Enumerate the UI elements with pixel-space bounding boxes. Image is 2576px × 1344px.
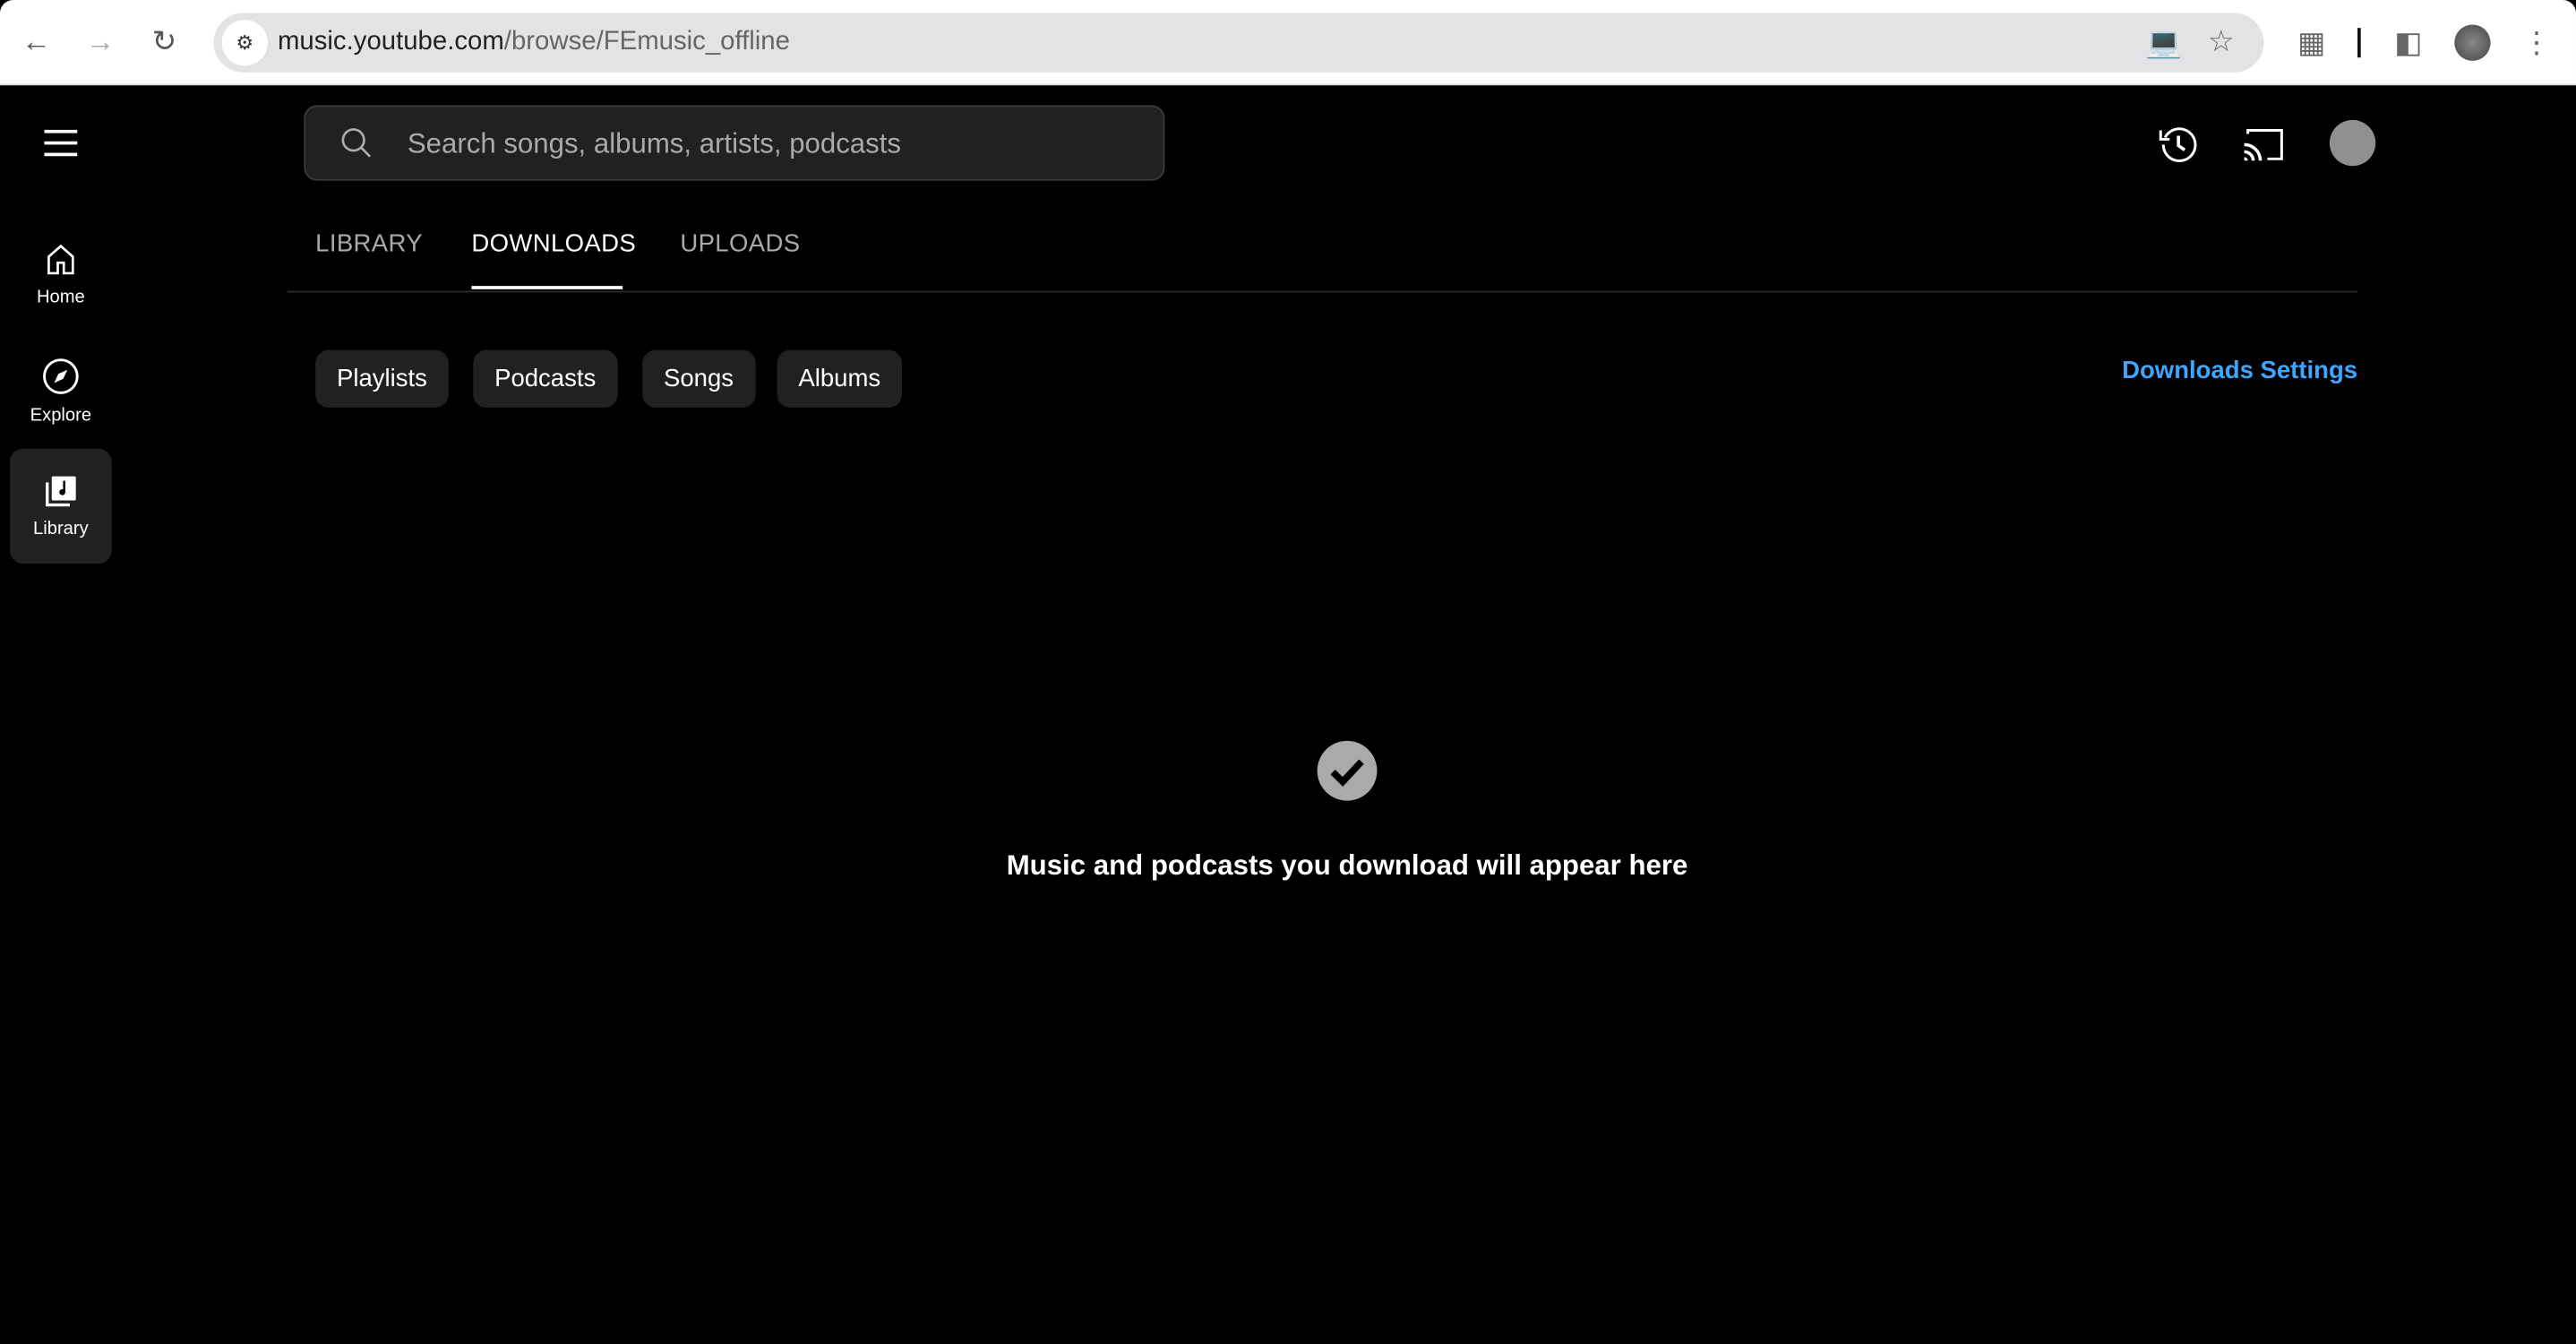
forward-button[interactable]: → (82, 23, 118, 59)
divider (2357, 28, 2361, 58)
tab-library[interactable]: LIBRARY (315, 230, 423, 258)
chip-songs[interactable]: Songs (642, 349, 755, 408)
empty-state-message: Music and podcasts you download will app… (1006, 849, 1688, 882)
downloads-settings-link[interactable]: Downloads Settings (2122, 357, 2357, 384)
extensions-icon[interactable]: ▦ (2294, 25, 2330, 61)
browser-toolbar: ← → ↻ ⚙ music.youtube.com/browse/FEmusic… (0, 0, 2576, 86)
site-settings-icon[interactable]: ⚙ (221, 20, 268, 66)
tab-downloads[interactable]: DOWNLOADS (471, 230, 636, 258)
library-icon (46, 476, 76, 507)
back-button[interactable]: ← (18, 23, 54, 59)
sidebar-item-label: Home (36, 287, 85, 307)
url-host: music.youtube.com (277, 28, 504, 56)
sidebar-item-home[interactable]: Home (10, 217, 112, 332)
tabs-divider (287, 290, 2358, 293)
profile-avatar[interactable] (2454, 24, 2491, 61)
side-panel-icon[interactable]: ◧ (2391, 25, 2426, 61)
chip-podcasts[interactable]: Podcasts (473, 349, 618, 408)
hamburger-menu-icon[interactable] (44, 129, 78, 157)
bookmark-star-icon[interactable]: ☆ (2203, 23, 2239, 59)
url-path: /browse/FEmusic_offline (503, 28, 790, 56)
sidebar-item-library[interactable]: Library (10, 448, 112, 564)
compass-icon (43, 358, 79, 394)
history-icon[interactable] (2157, 124, 2200, 167)
sidebar-item-label: Library (33, 519, 89, 539)
home-icon (47, 244, 74, 275)
chip-playlists[interactable]: Playlists (315, 349, 449, 408)
reload-button[interactable]: ↻ (146, 23, 182, 59)
tab-uploads[interactable]: UPLOADS (680, 230, 800, 258)
cast-icon[interactable] (2243, 125, 2286, 164)
chip-albums[interactable]: Albums (777, 349, 903, 408)
search-icon (341, 128, 372, 158)
url-text: music.youtube.com/browse/FEmusic_offline (278, 28, 790, 57)
sidebar-item-explore[interactable]: Explore (10, 333, 112, 448)
account-avatar[interactable] (2329, 119, 2376, 167)
search-input[interactable]: Search songs, albums, artists, podcasts (304, 105, 1165, 181)
search-placeholder: Search songs, albums, artists, podcasts (407, 128, 902, 159)
check-circle-icon (1317, 740, 1378, 801)
more-menu-icon[interactable]: ⋮ (2519, 25, 2555, 61)
active-tab-indicator (471, 286, 623, 289)
install-app-icon[interactable]: 💻 (2145, 25, 2182, 61)
sidebar-item-label: Explore (30, 406, 92, 426)
address-bar[interactable]: ⚙ music.youtube.com/browse/FEmusic_offli… (213, 13, 2264, 73)
